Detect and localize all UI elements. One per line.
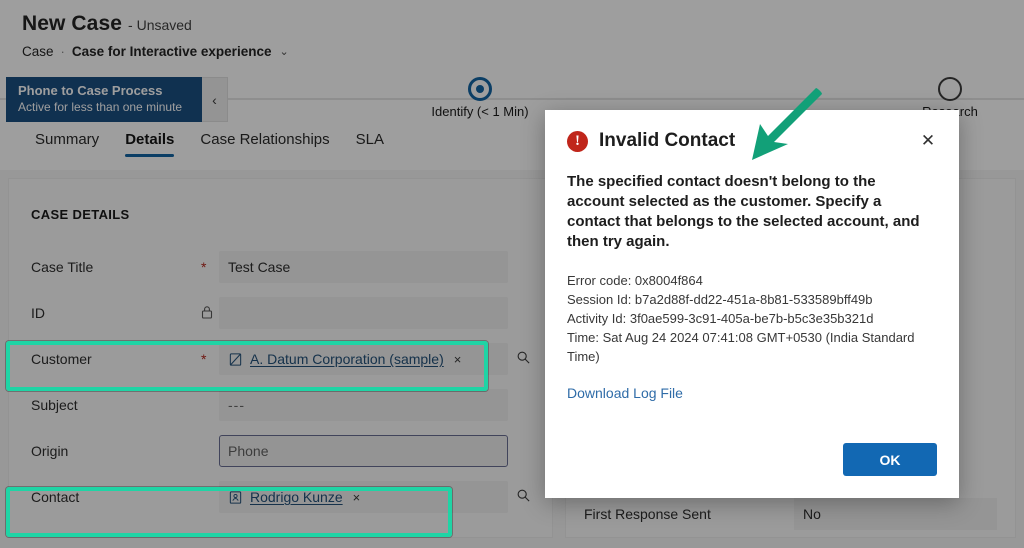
customer-value[interactable]: A. Datum Corporation (sample) bbox=[250, 351, 444, 367]
tab-sla[interactable]: SLA bbox=[343, 127, 397, 160]
bpf-stage-identify[interactable]: Identify (< 1 Min) bbox=[400, 77, 560, 119]
breadcrumb-entity[interactable]: Case bbox=[22, 44, 54, 59]
field-label: ID bbox=[31, 305, 45, 321]
contact-lookup-input[interactable]: Rodrigo Kunze × bbox=[219, 481, 508, 513]
dialog-message: The specified contact doesn't belong to … bbox=[567, 173, 920, 250]
field-label: First Response Sent bbox=[584, 506, 711, 522]
id-input bbox=[219, 297, 508, 329]
error-time: Time: Sat Aug 24 2024 07:41:08 GMT+0530 … bbox=[567, 330, 915, 364]
case-title-input[interactable]: Test Case bbox=[219, 251, 508, 283]
bpf-process-status: Active for less than one minute bbox=[18, 100, 183, 114]
ok-button[interactable]: OK bbox=[843, 443, 937, 476]
tab-summary[interactable]: Summary bbox=[22, 127, 112, 160]
contact-value[interactable]: Rodrigo Kunze bbox=[250, 489, 343, 505]
bpf-stage-label: Identify (< 1 Min) bbox=[431, 104, 529, 119]
close-icon[interactable]: ✕ bbox=[915, 128, 941, 154]
error-code: Error code: 0x8004f864 bbox=[567, 273, 703, 288]
dialog-title: Invalid Contact bbox=[599, 130, 736, 151]
clear-contact-icon[interactable]: × bbox=[353, 490, 361, 505]
chevron-down-icon[interactable]: ⌄ bbox=[279, 45, 288, 58]
field-label: Subject bbox=[31, 397, 78, 413]
title-row: New Case - Unsaved bbox=[22, 12, 1024, 36]
tab-details[interactable]: Details bbox=[112, 127, 187, 160]
field-value: --- bbox=[228, 397, 245, 413]
customer-search-icon[interactable] bbox=[508, 350, 538, 369]
case-details-card: CASE DETAILS Case Title * Test Case ID C… bbox=[8, 178, 553, 538]
activity-id: Activity Id: 3f0ae599-3c91-405a-be7b-b5c… bbox=[567, 311, 874, 326]
stage-active-icon bbox=[468, 77, 492, 101]
bpf-name-banner[interactable]: Phone to Case Process Active for less th… bbox=[6, 77, 202, 122]
field-case-title: Case Title * Test Case bbox=[23, 244, 538, 290]
field-origin: Origin Phone bbox=[23, 428, 538, 474]
contact-icon bbox=[228, 490, 243, 505]
dialog-footer: OK bbox=[843, 443, 937, 476]
customer-lookup-input[interactable]: A. Datum Corporation (sample) × bbox=[219, 343, 508, 375]
field-label: Case Title bbox=[31, 259, 94, 275]
breadcrumb-separator: · bbox=[60, 44, 65, 59]
required-marker: * bbox=[201, 259, 207, 275]
error-icon: ! bbox=[567, 130, 588, 152]
contact-search-icon[interactable] bbox=[508, 488, 538, 507]
account-icon bbox=[228, 352, 243, 367]
field-value: Test Case bbox=[228, 259, 291, 275]
field-label: Contact bbox=[31, 489, 80, 505]
save-state-label: - Unsaved bbox=[128, 17, 192, 33]
origin-select[interactable]: Phone bbox=[219, 435, 508, 467]
dialog-body: The specified contact doesn't belong to … bbox=[545, 172, 959, 401]
invalid-contact-dialog: ! Invalid Contact ✕ The specified contac… bbox=[545, 110, 959, 498]
lookup-pill[interactable]: A. Datum Corporation (sample) × bbox=[228, 351, 461, 367]
field-subject: Subject --- bbox=[23, 382, 538, 428]
first-response-sent-value[interactable]: No bbox=[794, 498, 997, 530]
field-contact: Contact Rodrigo Kunze × bbox=[23, 474, 538, 520]
section-title-case-details: CASE DETAILS bbox=[31, 207, 130, 222]
download-log-file-link[interactable]: Download Log File bbox=[567, 385, 937, 401]
breadcrumb: Case · Case for Interactive experience ⌄ bbox=[22, 44, 1024, 59]
clear-customer-icon[interactable]: × bbox=[454, 352, 462, 367]
field-id: ID bbox=[23, 290, 538, 336]
field-customer: Customer * A. Datum Corporation (sample)… bbox=[23, 336, 538, 382]
required-marker: * bbox=[201, 351, 207, 367]
field-label: Origin bbox=[31, 443, 69, 459]
bpf-collapse-button[interactable]: ‹ bbox=[202, 77, 228, 122]
field-label: Customer bbox=[31, 351, 92, 367]
subject-input[interactable]: --- bbox=[219, 389, 508, 421]
dialog-error-details: Error code: 0x8004f864 Session Id: b7a2d… bbox=[567, 271, 937, 366]
origin-value: Phone bbox=[228, 443, 269, 459]
record-header: New Case - Unsaved Case · Case for Inter… bbox=[0, 0, 1024, 66]
dialog-header: ! Invalid Contact ✕ bbox=[545, 110, 959, 172]
bpf-process-name: Phone to Case Process bbox=[18, 83, 163, 98]
page-title: New Case bbox=[22, 12, 123, 35]
chevron-left-icon: ‹ bbox=[212, 91, 217, 108]
lookup-pill[interactable]: Rodrigo Kunze × bbox=[228, 489, 360, 505]
lock-icon bbox=[201, 305, 219, 322]
tab-case-relationships[interactable]: Case Relationships bbox=[187, 127, 342, 160]
stage-pending-icon bbox=[938, 77, 962, 101]
breadcrumb-form-name[interactable]: Case for Interactive experience bbox=[72, 44, 272, 59]
session-id: Session Id: b7a2d88f-dd22-451a-8b81-5335… bbox=[567, 292, 873, 307]
